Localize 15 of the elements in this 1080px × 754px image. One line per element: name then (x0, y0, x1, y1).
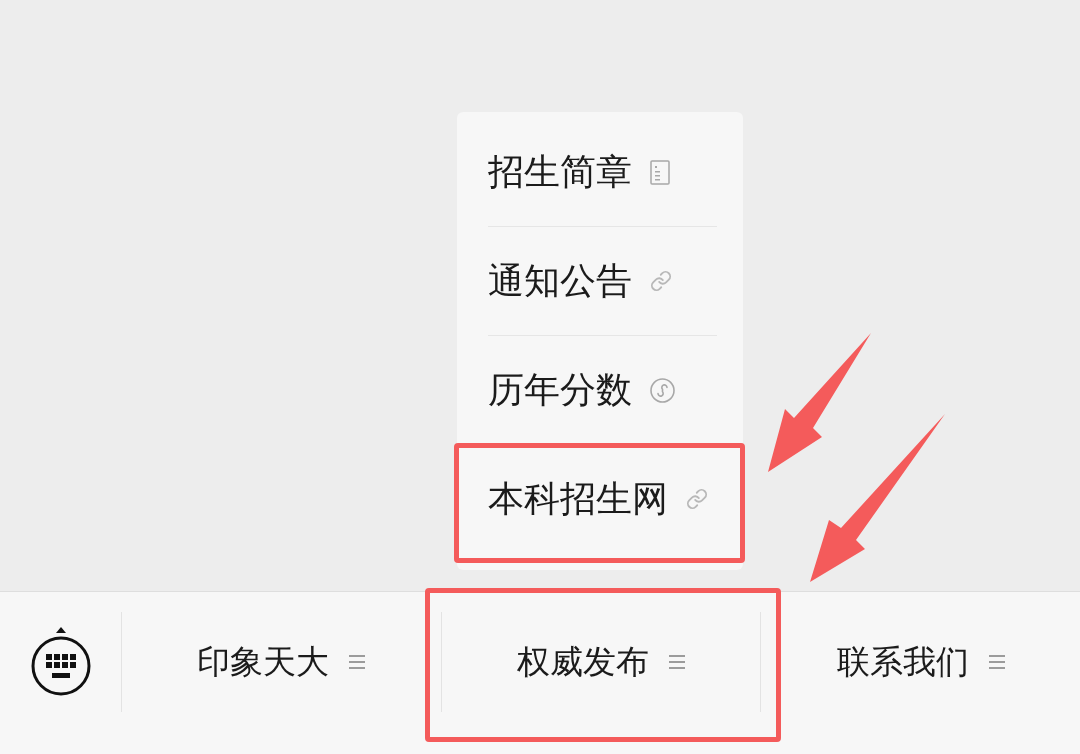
keyboard-icon[interactable] (29, 627, 92, 697)
menu-icon (988, 655, 1005, 669)
menu-icon (349, 655, 366, 669)
submenu-item[interactable]: 历年分数 (487, 368, 675, 412)
menu-bar-button[interactable]: 印象天大 (197, 642, 366, 682)
menu-icon (669, 655, 685, 669)
submenu-item[interactable]: 本科招生网 (487, 477, 708, 521)
link-icon (685, 488, 708, 510)
menu-bar-button[interactable]: 联系我们 (836, 642, 1005, 682)
document-icon (649, 159, 670, 185)
submenu-item[interactable]: 招生简章 (487, 150, 670, 194)
submenu-item[interactable]: 通知公告 (487, 259, 672, 303)
mini-program-icon (649, 377, 675, 403)
menu-bar-button[interactable]: 权威发布 (517, 642, 685, 682)
link-icon (649, 270, 672, 292)
